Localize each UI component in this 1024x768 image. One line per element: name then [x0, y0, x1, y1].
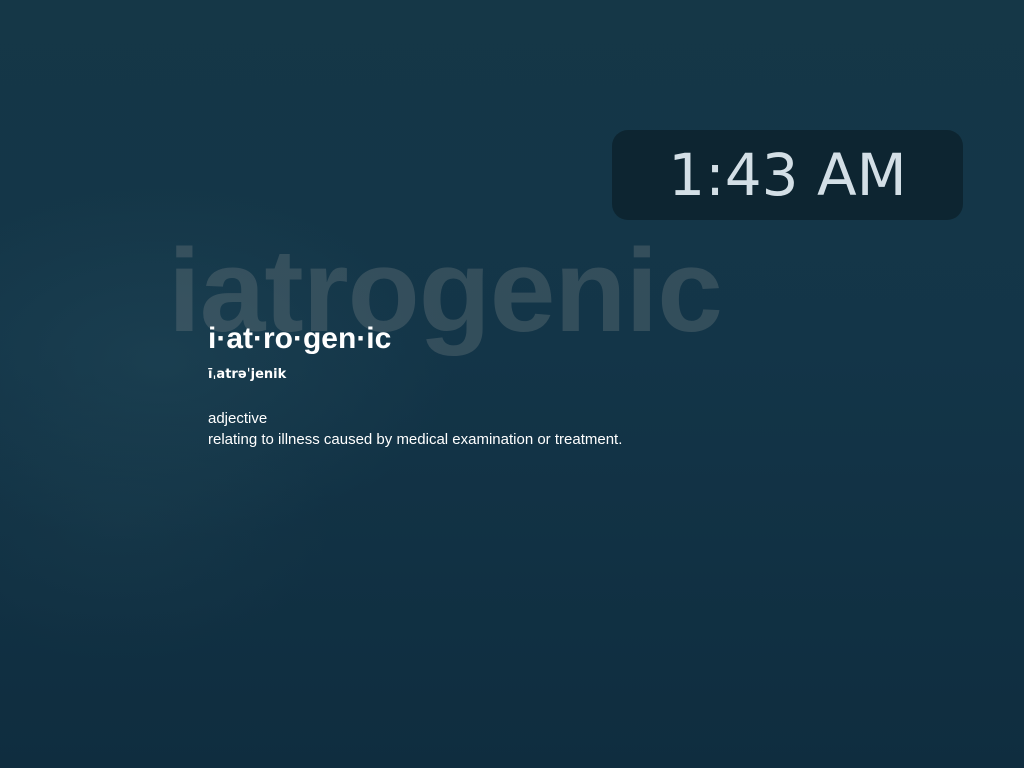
clock-widget: 1:43 AM: [612, 130, 963, 220]
dictionary-entry: i·at·ro·gen·ic īˌatrəˈjenik adjective re…: [208, 322, 808, 448]
clock-time: 1:43 AM: [668, 141, 907, 209]
part-of-speech: adjective: [208, 410, 268, 427]
definition: relating to illness caused by medical ex…: [208, 431, 623, 448]
headword: i·at·ro·gen·ic: [208, 322, 392, 355]
pronunciation: īˌatrəˈjenik: [208, 367, 287, 382]
